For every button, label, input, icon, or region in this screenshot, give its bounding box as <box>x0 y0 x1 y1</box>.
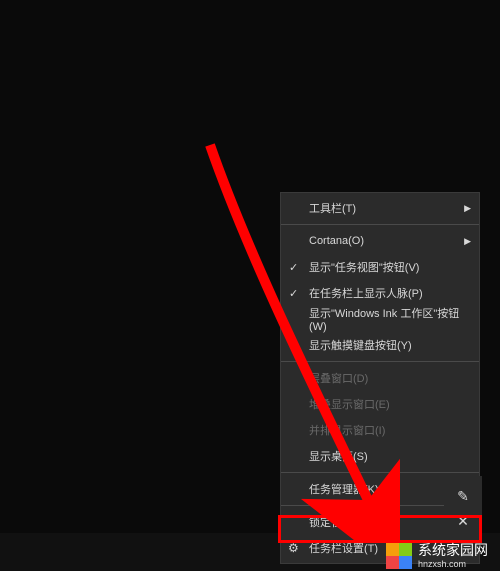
watermark: 系统家园网 hnzxsh.com <box>386 543 488 569</box>
menu-separator <box>281 472 479 473</box>
menu-separator <box>281 361 479 362</box>
menu-item-toolbars[interactable]: 工具栏(T) ▶ <box>281 195 479 221</box>
menu-label: 并排显示窗口(I) <box>309 422 385 438</box>
menu-label: 锁定任务栏(L) <box>309 514 377 530</box>
check-icon: ✓ <box>289 287 298 300</box>
menu-item-cortana[interactable]: Cortana(O) ▶ <box>281 228 479 254</box>
menu-label: 显示"任务视图"按钮(V) <box>309 259 419 275</box>
gear-icon: ⚙ <box>288 541 299 555</box>
menu-label: 显示"Windows Ink 工作区"按钮(W) <box>309 305 465 333</box>
check-icon: ✓ <box>289 261 298 274</box>
menu-item-touch-keyboard[interactable]: 显示触摸键盘按钮(Y) <box>281 332 479 358</box>
menu-label: 显示触摸键盘按钮(Y) <box>309 337 412 353</box>
close-icon[interactable]: ✕ <box>457 513 469 530</box>
chevron-right-icon: ▶ <box>464 236 471 247</box>
snip-overlay: ✎ ✕ <box>444 476 482 542</box>
menu-label: 工具栏(T) <box>309 200 356 216</box>
watermark-logo-icon <box>386 543 412 569</box>
menu-item-show-desktop[interactable]: 显示桌面(S) <box>281 443 479 469</box>
menu-label: Cortana(O) <box>309 235 364 247</box>
menu-item-cascade: 层叠窗口(D) <box>281 365 479 391</box>
menu-label: 层叠窗口(D) <box>309 370 368 386</box>
menu-label: 堆叠显示窗口(E) <box>309 396 390 412</box>
menu-item-task-view[interactable]: ✓ 显示"任务视图"按钮(V) <box>281 254 479 280</box>
watermark-title: 系统家园网 <box>418 543 488 558</box>
chevron-right-icon: ▶ <box>464 203 471 214</box>
menu-label: 任务栏设置(T) <box>309 540 378 556</box>
menu-label: 任务管理器(K) <box>309 481 379 497</box>
menu-label: 显示桌面(S) <box>309 448 368 464</box>
pen-icon[interactable]: ✎ <box>457 488 469 505</box>
menu-separator <box>281 224 479 225</box>
menu-label: 在任务栏上显示人脉(P) <box>309 285 423 301</box>
menu-item-sidebyside: 并排显示窗口(I) <box>281 417 479 443</box>
menu-item-people[interactable]: ✓ 在任务栏上显示人脉(P) <box>281 280 479 306</box>
menu-item-ink[interactable]: 显示"Windows Ink 工作区"按钮(W) <box>281 306 479 332</box>
watermark-url: hnzxsh.com <box>418 559 488 569</box>
menu-item-stacked: 堆叠显示窗口(E) <box>281 391 479 417</box>
